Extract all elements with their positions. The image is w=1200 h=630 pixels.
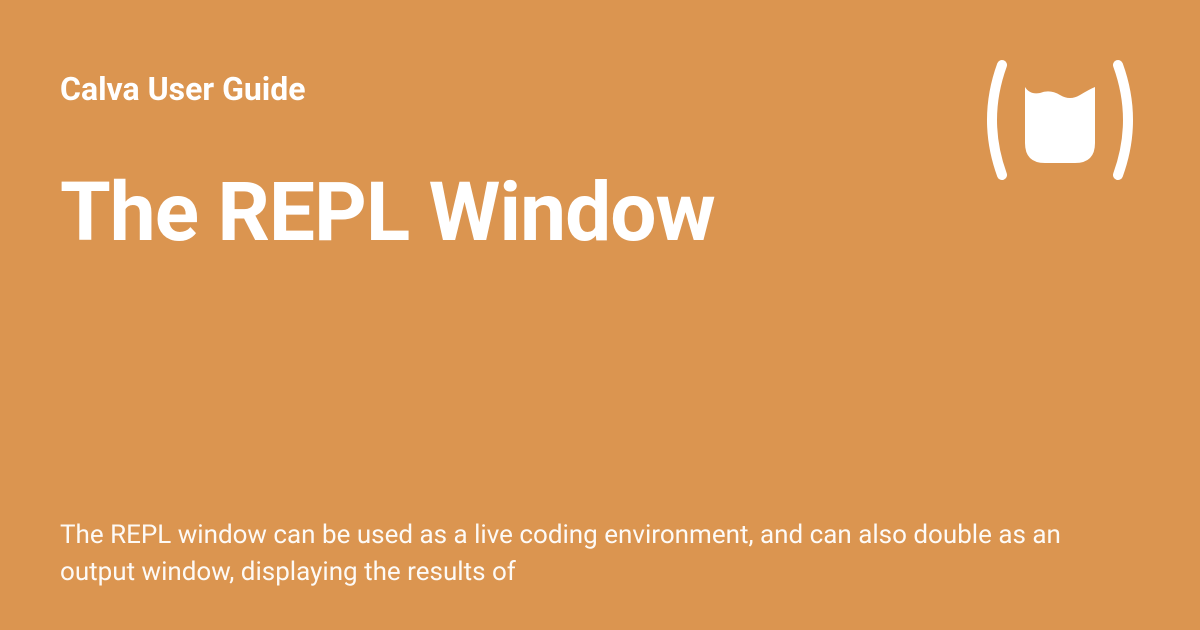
page-title: The REPL Window — [60, 168, 1140, 258]
calva-logo-icon — [980, 55, 1140, 185]
page-description: The REPL window can be used as a live co… — [60, 517, 1140, 590]
site-name: Calva User Guide — [60, 70, 1140, 108]
page-container: Calva User Guide The REPL Window The REP… — [0, 0, 1200, 630]
